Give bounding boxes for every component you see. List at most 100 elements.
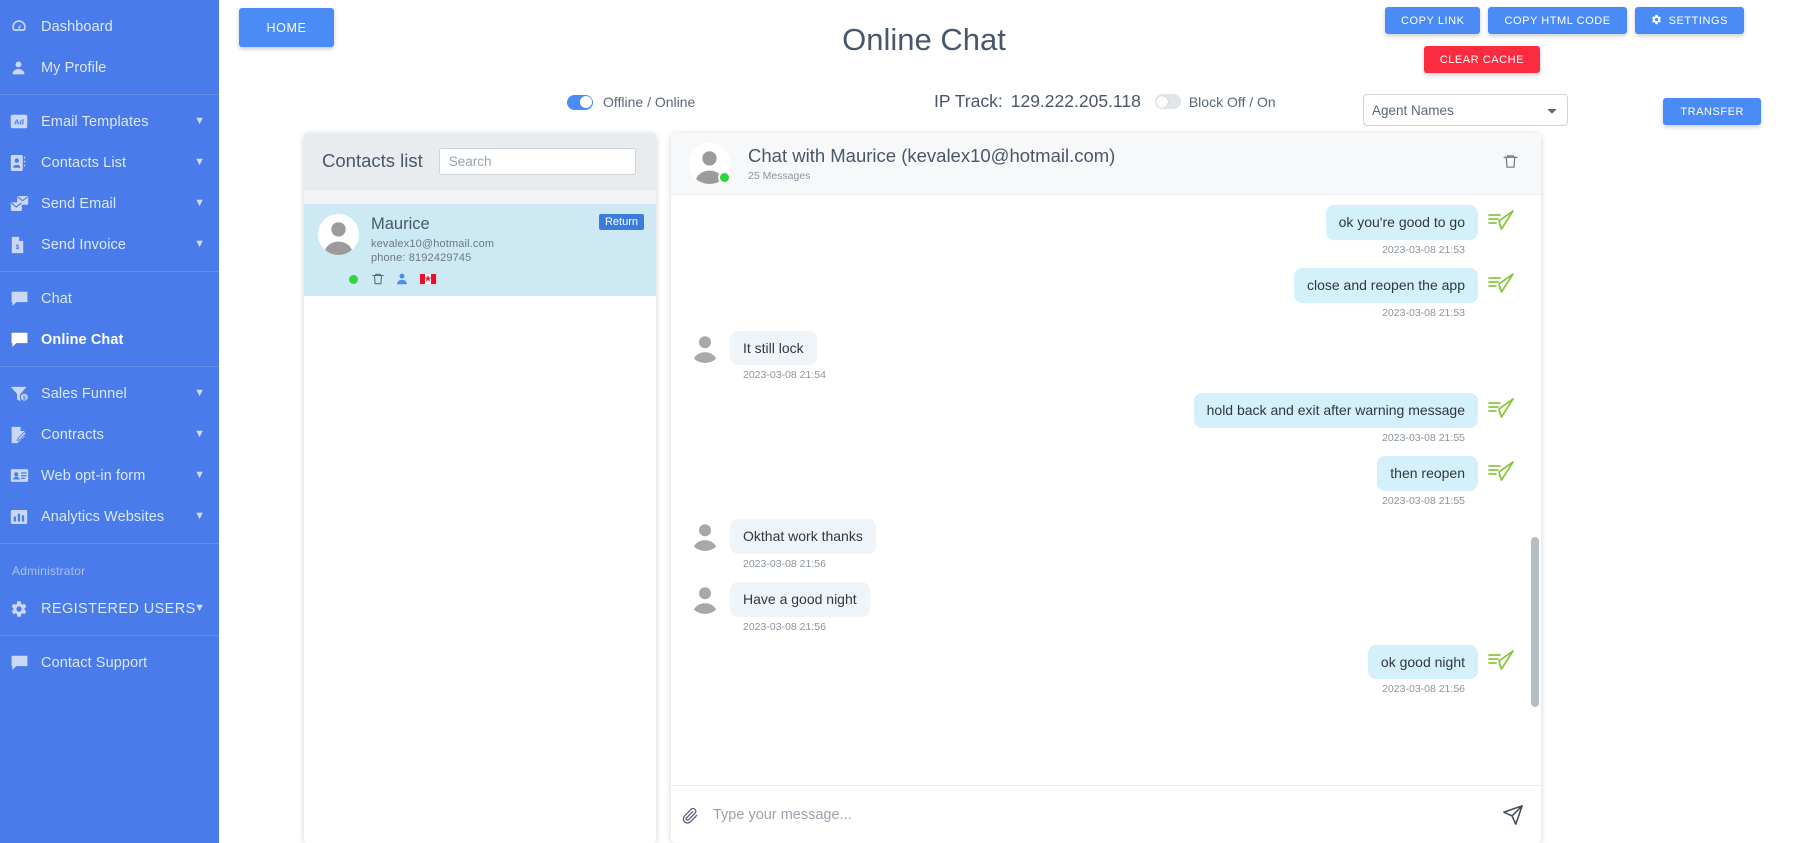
- sidebar-item-my-profile[interactable]: My Profile: [0, 47, 219, 88]
- user-icon: [10, 57, 36, 79]
- dashboard-icon: [10, 16, 36, 38]
- contact-card-icon: [10, 152, 36, 174]
- avatar: [318, 214, 359, 255]
- message-group: Have a good night 2023-03-08 21:56: [689, 581, 1515, 633]
- message-sent-icon: [1487, 649, 1515, 677]
- message-group: It still lock 2023-03-08 21:54: [689, 330, 1515, 381]
- support-chat-icon: [10, 652, 36, 674]
- sidebar-item-online-chat[interactable]: Online Chat: [0, 319, 219, 360]
- message-row-outgoing: ok good night: [689, 644, 1515, 680]
- message-timestamp: 2023-03-08 21:55: [1382, 432, 1465, 445]
- chat-composer: [671, 785, 1541, 843]
- delete-conversation-icon[interactable]: [1502, 153, 1519, 175]
- message-sent-icon: [1487, 397, 1515, 425]
- app-root: Dashboard My Profile Ad Email Templates ▼ Con…: [0, 0, 1800, 843]
- message-bubble: then reopen: [1377, 456, 1478, 491]
- offline-online-toggle-row: Offline / Online: [567, 94, 695, 110]
- delete-contact-icon[interactable]: [371, 272, 385, 286]
- chat-panel: Chat with Maurice (kevalex10@hotmail.com…: [671, 133, 1541, 843]
- message-timestamp: 2023-03-08 21:53: [1382, 306, 1465, 319]
- sidebar-item-dashboard[interactable]: Dashboard: [0, 6, 219, 47]
- message-bubble: close and reopen the app: [1293, 267, 1478, 303]
- message-bubble: Have a good night: [730, 581, 870, 617]
- sidebar-item-email-templates[interactable]: Ad Email Templates ▼: [0, 101, 219, 142]
- gear-icon: [10, 598, 36, 620]
- sidebar-item-label: REGISTERED USERS: [41, 600, 196, 617]
- message-row-outgoing: then reopen: [689, 456, 1515, 491]
- contact-list-item[interactable]: Maurice kevalex10@hotmail.com phone: 81924…: [304, 204, 656, 296]
- transfer-button[interactable]: TRANSFER: [1663, 98, 1761, 125]
- chat-header: Chat with Maurice (kevalex10@hotmail.com…: [671, 133, 1541, 195]
- message-avatar: [689, 330, 721, 363]
- chevron-down-icon[interactable]: ▼: [194, 388, 205, 399]
- country-flag-icon[interactable]: ★: [419, 272, 437, 285]
- sidebar-item-send-email[interactable]: Send Email ▼: [0, 183, 219, 224]
- copy-link-button[interactable]: COPY LINK: [1385, 7, 1481, 34]
- contacts-header: Contacts list: [304, 133, 656, 190]
- chat-contact-email: (kevalex10@hotmail.com): [901, 145, 1116, 166]
- message-sent-icon: [1487, 460, 1515, 488]
- chevron-down-icon[interactable]: ▼: [194, 429, 205, 440]
- web-form-icon: [10, 465, 36, 487]
- sidebar-item-contracts[interactable]: Contracts ▼: [0, 414, 219, 455]
- chat-title-row: Chat with Maurice (kevalex10@hotmail.com…: [748, 145, 1115, 167]
- chevron-down-icon[interactable]: ▼: [194, 239, 205, 250]
- chevron-down-icon[interactable]: ▼: [194, 470, 205, 481]
- sidebar-item-contact-support[interactable]: Contact Support: [0, 642, 219, 683]
- sidebar: Dashboard My Profile Ad Email Templates ▼ Con…: [0, 0, 219, 843]
- chevron-down-icon[interactable]: ▼: [194, 116, 205, 127]
- main-content: HOME Online Chat COPY LINK COPY HTML COD…: [219, 0, 1800, 843]
- message-timestamp: 2023-03-08 21:55: [1382, 494, 1465, 507]
- sidebar-item-analytics-websites[interactable]: Analytics Websites ▼: [0, 496, 219, 537]
- chevron-down-icon[interactable]: ▼: [194, 157, 205, 168]
- svg-text:Ad: Ad: [14, 118, 24, 127]
- top-action-buttons: COPY LINK COPY HTML CODE SETTINGS: [1385, 7, 1744, 34]
- ad-icon: Ad: [10, 111, 36, 133]
- chat-scrollbar-thumb[interactable]: [1531, 537, 1539, 707]
- message-row-outgoing: hold back and exit after warning message: [689, 393, 1515, 429]
- sidebar-caption: Administrator: [12, 564, 86, 578]
- chat-header-text: Chat with Maurice (kevalex10@hotmail.com…: [748, 145, 1115, 182]
- block-label: Block Off / On: [1188, 93, 1276, 110]
- sidebar-item-send-invoice[interactable]: $ Send Invoice ▼: [0, 224, 219, 265]
- svg-text:$: $: [23, 395, 26, 401]
- sidebar-item-label: My Profile: [41, 59, 107, 76]
- toggle-knob: [1156, 95, 1169, 108]
- block-toggle[interactable]: [1154, 94, 1181, 109]
- chat-messages-area[interactable]: ok you're good to go 2023-03-08 21:53 clos…: [671, 195, 1541, 785]
- offline-online-label: Offline / Online: [603, 94, 696, 110]
- message-row-incoming: Have a good night: [689, 581, 1515, 617]
- chevron-down-icon[interactable]: ▼: [194, 198, 205, 209]
- clear-cache-button[interactable]: CLEAR CACHE: [1423, 46, 1540, 73]
- ip-track-label: IP Track:: [934, 91, 1003, 111]
- message-input[interactable]: [713, 806, 1489, 823]
- offline-online-toggle[interactable]: [567, 94, 593, 110]
- sidebar-item-chat[interactable]: Chat: [0, 278, 219, 319]
- attachment-icon[interactable]: [681, 806, 703, 824]
- maple-leaf-icon: ★: [423, 273, 433, 284]
- message-group: hold back and exit after warning message…: [689, 393, 1515, 444]
- sidebar-item-label: Analytics Websites: [41, 508, 165, 525]
- sidebar-item-label: Contacts List: [41, 154, 127, 171]
- message-group: ok good night 2023-03-08 21:56: [689, 644, 1515, 696]
- agent-names-select[interactable]: Agent Names: [1363, 94, 1568, 126]
- sidebar-item-contacts-list[interactable]: Contacts List ▼: [0, 142, 219, 183]
- sidebar-item-web-opt-in-form[interactable]: Web opt-in form ▼: [0, 455, 219, 496]
- sidebar-item-sales-funnel[interactable]: $ Sales Funnel ▼: [0, 373, 219, 414]
- chat-message-count: 25 Messages: [748, 170, 811, 182]
- chevron-down-icon[interactable]: ▼: [194, 603, 205, 614]
- send-email-icon: [10, 193, 36, 215]
- online-status-dot: [347, 272, 360, 286]
- sidebar-group: Contact Support: [0, 636, 219, 689]
- return-badge[interactable]: Return: [598, 214, 644, 230]
- sidebar-item-registered-users[interactable]: REGISTERED USERS ▼: [0, 588, 219, 629]
- home-button[interactable]: HOME: [239, 8, 334, 47]
- copy-html-code-button[interactable]: COPY HTML CODE: [1488, 7, 1627, 34]
- chevron-down-icon[interactable]: ▼: [194, 511, 205, 522]
- bar-chart-icon: [10, 506, 36, 528]
- message-timestamp: 2023-03-08 21:56: [1382, 683, 1465, 696]
- contact-profile-icon[interactable]: [395, 272, 409, 286]
- search-input[interactable]: [438, 147, 636, 175]
- settings-button[interactable]: SETTINGS: [1634, 7, 1744, 34]
- send-message-button[interactable]: [1499, 804, 1527, 826]
